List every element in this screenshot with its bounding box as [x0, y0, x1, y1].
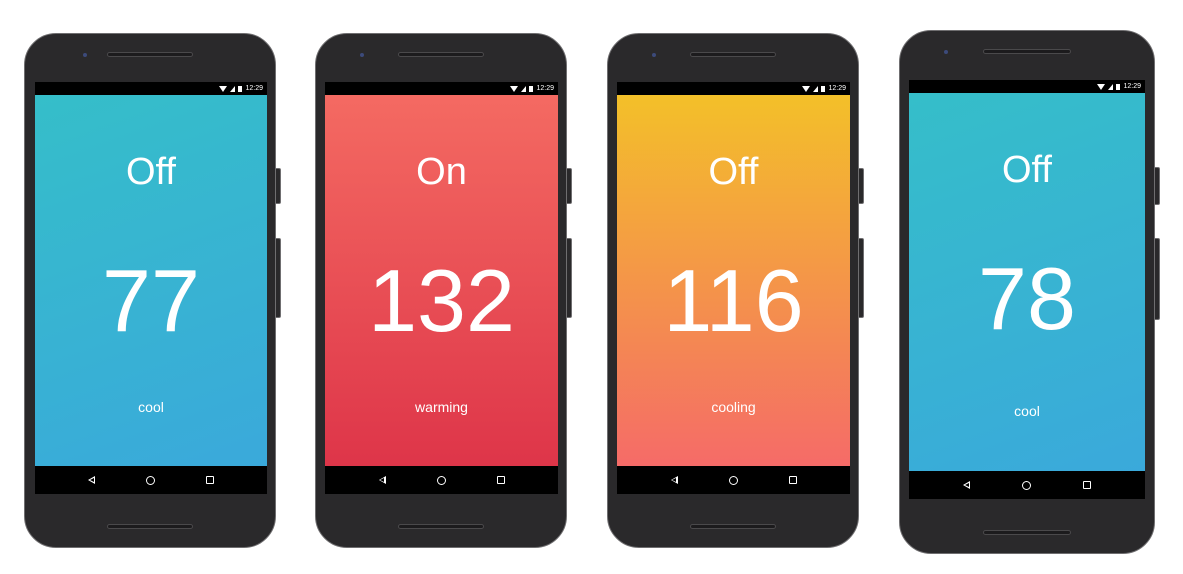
back-icon[interactable]	[670, 476, 678, 484]
phone-device-1: 12:29 Off 77 cool	[24, 33, 281, 548]
signal-icon	[230, 85, 236, 92]
state-label: warming	[415, 399, 468, 415]
thermostat-app: Off 78 cool	[909, 93, 1145, 471]
volume-button[interactable]	[276, 238, 281, 318]
wifi-icon	[219, 85, 228, 92]
signal-icon	[813, 85, 819, 92]
home-icon[interactable]	[1022, 480, 1031, 490]
thermostat-app: Off 77 cool	[35, 95, 267, 466]
phone-device-4: 12:29 Off 78 cool	[899, 30, 1160, 554]
volume-button[interactable]	[567, 238, 572, 318]
back-icon[interactable]	[378, 476, 386, 484]
status-bar: 12:29	[35, 82, 267, 95]
power-mode-toggle[interactable]: Off	[909, 151, 1145, 189]
back-icon[interactable]	[963, 481, 970, 489]
power-mode-toggle[interactable]: On	[325, 153, 558, 191]
status-bar: 12:29	[325, 82, 558, 95]
home-icon[interactable]	[436, 475, 446, 485]
navigation-bar	[35, 466, 267, 494]
status-time: 12:29	[828, 85, 846, 92]
phone-device-2: 12:29 On 132 warming	[315, 33, 572, 548]
top-speaker	[690, 52, 776, 57]
battery-icon	[529, 85, 534, 92]
volume-button[interactable]	[859, 238, 864, 318]
thermostat-app: Off 116 cooling	[617, 95, 850, 466]
signal-icon	[1108, 83, 1114, 90]
power-mode-toggle[interactable]: Off	[617, 153, 850, 191]
wifi-icon	[1097, 83, 1106, 90]
front-camera	[944, 50, 948, 54]
temperature-display: 77	[102, 251, 200, 350]
bottom-speaker	[107, 524, 193, 529]
battery-icon	[1116, 83, 1121, 90]
state-label: cool	[138, 399, 164, 415]
top-speaker	[107, 52, 193, 57]
thermostat-app: On 132 warming	[325, 95, 558, 466]
top-speaker	[983, 49, 1071, 54]
temperature-display: 132	[368, 251, 515, 350]
screen: 12:29 Off 116 cooling	[617, 82, 850, 494]
status-time: 12:29	[245, 85, 263, 92]
status-time: 12:29	[536, 85, 554, 92]
recents-icon[interactable]	[788, 476, 797, 484]
power-mode-toggle[interactable]: Off	[35, 153, 267, 191]
navigation-bar	[325, 466, 558, 494]
screen: 12:29 Off 78 cool	[909, 80, 1145, 499]
navigation-bar	[909, 471, 1145, 499]
recents-icon[interactable]	[1083, 481, 1091, 489]
power-button[interactable]	[859, 168, 864, 204]
bottom-speaker	[398, 524, 484, 529]
screen: 12:29 On 132 warming	[325, 82, 558, 494]
power-button[interactable]	[567, 168, 572, 204]
power-button[interactable]	[1155, 167, 1160, 205]
recents-icon[interactable]	[496, 476, 505, 484]
battery-icon	[821, 85, 826, 92]
wifi-icon	[510, 85, 519, 92]
state-label: cool	[1014, 403, 1040, 419]
status-time: 12:29	[1123, 83, 1141, 90]
back-icon[interactable]	[88, 476, 96, 484]
signal-icon	[521, 85, 527, 92]
power-button[interactable]	[276, 168, 281, 204]
status-bar: 12:29	[617, 82, 850, 95]
wifi-icon	[802, 85, 811, 92]
home-icon[interactable]	[145, 475, 155, 485]
home-icon[interactable]	[728, 475, 738, 485]
front-camera	[83, 53, 87, 57]
bottom-speaker	[690, 524, 776, 529]
temperature-display: 116	[663, 251, 804, 350]
volume-button[interactable]	[1155, 238, 1160, 320]
top-speaker	[398, 52, 484, 57]
phone-device-3: 12:29 Off 116 cooling	[607, 33, 864, 548]
status-bar: 12:29	[909, 80, 1145, 93]
state-label: cooling	[711, 399, 756, 415]
recents-icon[interactable]	[205, 476, 214, 484]
temperature-display: 78	[978, 249, 1076, 348]
battery-icon	[238, 85, 243, 92]
front-camera	[652, 53, 656, 57]
navigation-bar	[617, 466, 850, 494]
front-camera	[360, 53, 364, 57]
bottom-speaker	[983, 530, 1071, 535]
screen: 12:29 Off 77 cool	[35, 82, 267, 494]
